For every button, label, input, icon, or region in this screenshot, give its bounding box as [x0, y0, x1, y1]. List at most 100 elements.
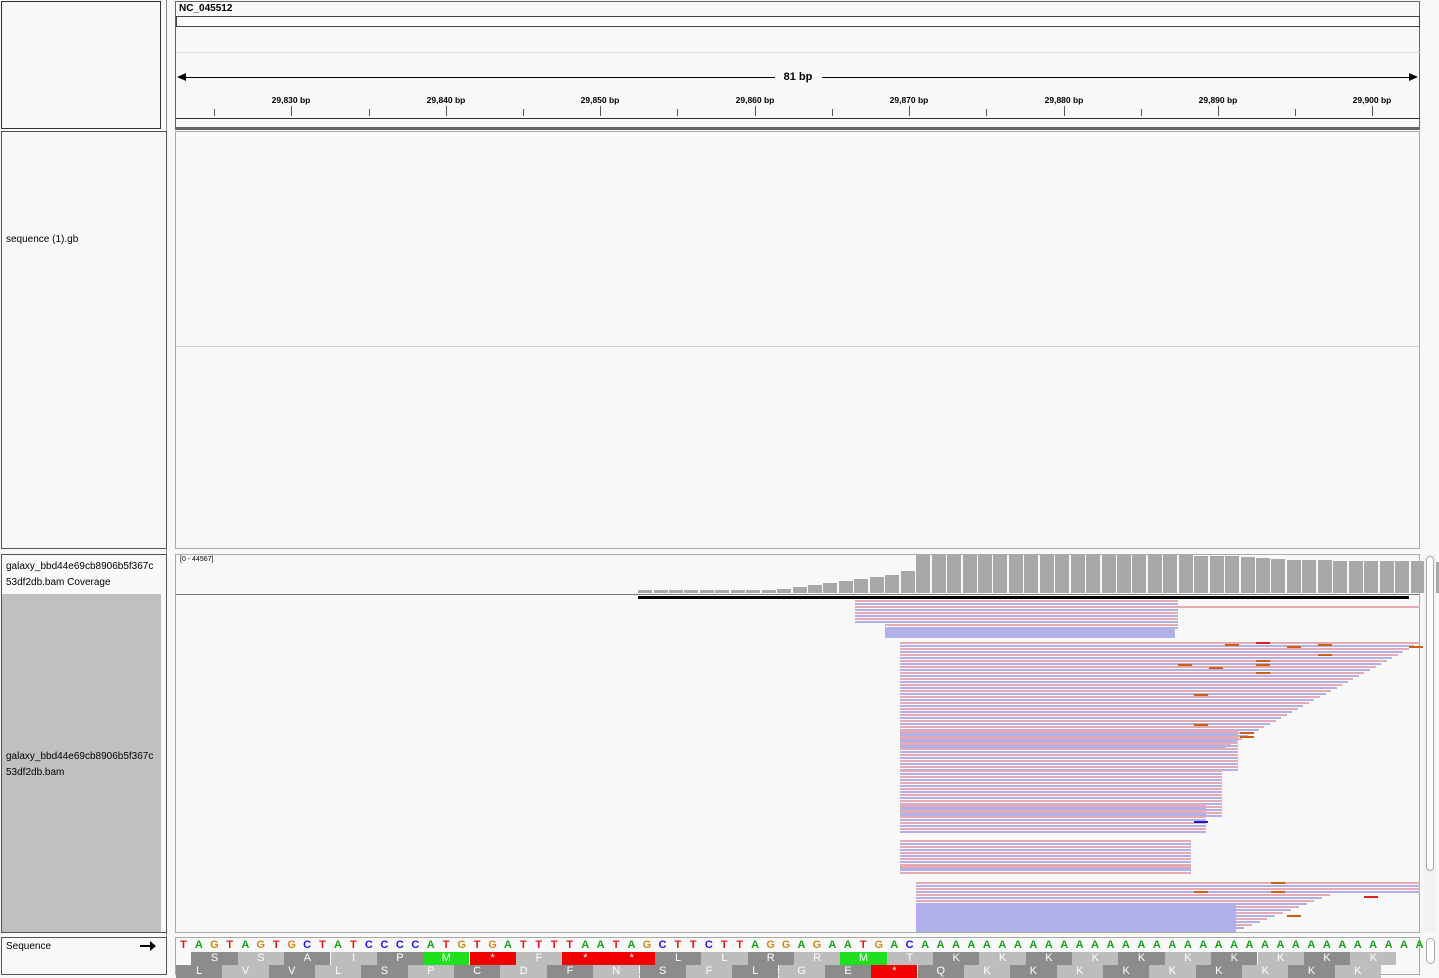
amino-acid: K — [963, 965, 1011, 978]
major-tick — [1064, 106, 1065, 116]
read-block — [916, 904, 1236, 932]
coverage-bar — [1178, 555, 1193, 593]
coverage-track-name-line1[interactable]: galaxy_bbd44e69cb8906b5f367c — [6, 559, 161, 575]
span-label: 81 bp — [783, 71, 813, 83]
read — [900, 739, 1238, 741]
read — [900, 828, 1206, 830]
sequence-base: A — [982, 939, 991, 951]
mismatch-marker — [1225, 644, 1239, 646]
major-tick — [446, 106, 447, 116]
read — [900, 645, 1415, 647]
chromosome-ideogram[interactable] — [176, 16, 1420, 27]
vertical-scrollbar-thumb[interactable] — [1426, 556, 1434, 871]
read — [900, 794, 1222, 796]
read — [900, 696, 1320, 698]
read — [900, 699, 1315, 701]
read — [900, 690, 1332, 692]
feature-track-divider — [176, 346, 1419, 347]
read — [900, 831, 1206, 833]
amino-acid: G — [778, 965, 825, 978]
coverage-bar — [977, 555, 992, 593]
read — [916, 900, 1315, 902]
read — [900, 705, 1304, 707]
read — [855, 609, 1178, 611]
major-tick — [1218, 106, 1219, 116]
read — [900, 748, 1238, 750]
sequence-base: C — [364, 939, 373, 951]
read — [900, 742, 1238, 744]
sequence-base: A — [936, 939, 945, 951]
sequence-base: A — [241, 939, 250, 951]
amino-acid: K — [1257, 952, 1304, 965]
header-bottom-divider[interactable] — [175, 127, 1420, 130]
sequence-base: A — [1168, 939, 1177, 951]
read — [900, 861, 1191, 863]
coverage-bar — [1364, 561, 1379, 593]
read — [900, 819, 1206, 821]
read — [900, 669, 1370, 671]
alignment-track-name-line1[interactable]: galaxy_bbd44e69cb8906b5f367c — [6, 749, 161, 765]
major-tick — [291, 106, 292, 116]
sequence-base: G — [256, 939, 266, 951]
amino-acid: * — [871, 965, 918, 978]
amino-acid: K — [1010, 965, 1057, 978]
sequence-base: A — [1137, 939, 1146, 951]
sequence-base: A — [1013, 939, 1022, 951]
sequence-base: A — [426, 939, 435, 951]
read — [900, 681, 1348, 683]
coverage-bar — [715, 590, 730, 593]
sequence-base: T — [720, 939, 728, 951]
sequence-base: A — [1214, 939, 1223, 951]
tick-label: 29,860 bp — [735, 95, 775, 105]
amino-acid: M — [840, 952, 887, 965]
read-block — [885, 628, 1175, 638]
sequence-base: A — [1199, 939, 1208, 951]
read — [900, 693, 1326, 695]
sequence-scrollbar[interactable] — [1426, 938, 1435, 964]
read — [900, 782, 1222, 784]
sequence-base: T — [180, 939, 187, 951]
read — [900, 666, 1376, 668]
read — [900, 651, 1404, 653]
read — [900, 711, 1293, 713]
minor-tick — [986, 109, 987, 116]
feature-track-name[interactable]: sequence (1).gb — [6, 232, 78, 248]
sequence-base: A — [1106, 939, 1115, 951]
amino-acid: K — [979, 952, 1026, 965]
alignment-track-name-line2[interactable]: 53df2db.bam — [6, 765, 64, 781]
read — [900, 675, 1359, 677]
feature-data-panel[interactable] — [175, 131, 1420, 549]
sequence-base: C — [905, 939, 914, 951]
mismatch-marker — [1271, 882, 1285, 884]
coverage-track-name-line2[interactable]: 53df2db.bam Coverage — [6, 575, 111, 591]
amino-acid: L — [315, 965, 362, 978]
minor-tick — [677, 109, 678, 116]
read — [885, 624, 1178, 626]
mismatch-marker — [1318, 654, 1332, 656]
sequence-base: A — [998, 939, 1007, 951]
sequence-track-name[interactable]: Sequence — [6, 939, 51, 955]
coverage-bar — [1348, 561, 1363, 593]
mismatch-marker — [1194, 694, 1208, 696]
read — [900, 843, 1191, 845]
read — [885, 618, 1178, 620]
sequence-base: A — [1091, 939, 1099, 951]
amino-acid: P — [376, 952, 424, 965]
read — [900, 807, 1206, 809]
sequence-base: A — [967, 939, 976, 951]
coverage-bar — [916, 555, 931, 593]
amino-acid: P — [407, 965, 455, 978]
sequence-base: T — [520, 939, 527, 951]
sequence-base: A — [194, 939, 203, 951]
coverage-bar — [1132, 555, 1147, 593]
amino-acid: D — [500, 965, 547, 978]
coverage-bar — [900, 571, 915, 593]
read — [900, 855, 1191, 857]
read — [900, 800, 1222, 802]
tick-label: 29,840 bp — [426, 95, 466, 105]
span-line-right — [822, 77, 1414, 78]
amino-acid: E — [824, 965, 872, 978]
right-arrow-icon[interactable] — [140, 939, 156, 951]
coverage-bar — [962, 555, 977, 593]
read — [900, 708, 1298, 710]
